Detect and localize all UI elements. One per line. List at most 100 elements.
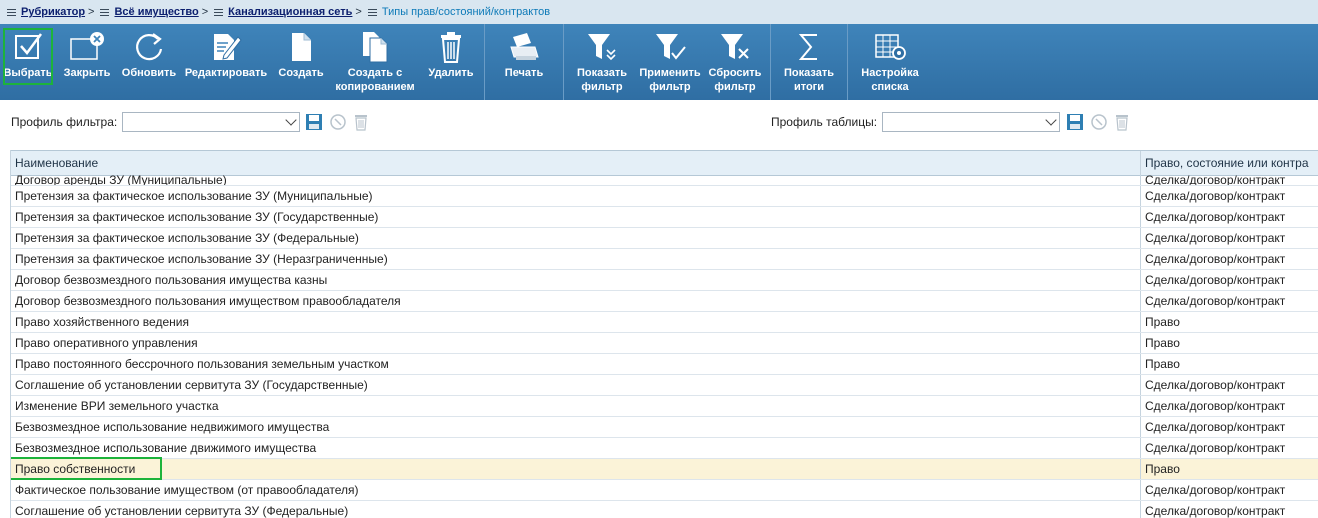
copy-document-icon: [363, 32, 388, 63]
reset-profile-icon[interactable]: [1089, 112, 1109, 132]
cell-name: Договор безвозмездного пользования имуще…: [11, 270, 1141, 290]
list-icon: [7, 8, 16, 17]
edit-document-icon: [214, 34, 242, 60]
table-row[interactable]: Соглашение об установлении сервитута ЗУ …: [11, 375, 1318, 396]
delete-button[interactable]: Удалить: [420, 24, 482, 100]
table-row[interactable]: Право оперативного управления Право: [11, 333, 1318, 354]
cell-type: Сделка/договор/контракт: [1145, 231, 1286, 245]
cell-type: Право: [1145, 357, 1180, 371]
reset-filter-button[interactable]: Сбросить фильтр: [702, 24, 768, 100]
table-row[interactable]: Изменение ВРИ земельного участка Сделка/д…: [11, 396, 1318, 417]
cell-name: Фактическое пользование имуществом (от п…: [11, 480, 1141, 500]
table-row[interactable]: Право собственности Право: [11, 459, 1318, 480]
table-row[interactable]: Право хозяйственного ведения Право: [11, 312, 1318, 333]
filter-profile-select[interactable]: [122, 112, 300, 132]
show-totals-button[interactable]: Показать итоги: [773, 24, 845, 100]
refresh-button[interactable]: Обновить: [118, 24, 180, 100]
list-settings-button[interactable]: Настройка списка: [850, 24, 930, 100]
table-row[interactable]: Договор безвозмездного пользования имуще…: [11, 291, 1318, 312]
toolbar-divider: [847, 24, 848, 100]
column-header-name[interactable]: Наименование: [11, 151, 1141, 175]
cell-type: Сделка/договор/контракт: [1145, 252, 1286, 266]
save-icon[interactable]: [1065, 112, 1085, 132]
table-profile-label: Профиль таблицы:: [771, 115, 878, 129]
table-row[interactable]: Претензия за фактическое использование З…: [11, 207, 1318, 228]
data-table: Наименование Право, состояние или контра…: [10, 150, 1318, 518]
list-icon: [214, 8, 224, 17]
table-row[interactable]: Претензия за фактическое использование З…: [11, 249, 1318, 270]
table-profile-select[interactable]: [882, 112, 1060, 132]
breadcrumb-separator: >: [355, 6, 362, 18]
cell-type: Право: [1145, 462, 1180, 476]
cell-type: Сделка/договор/контракт: [1145, 399, 1286, 413]
new-document-icon: [292, 33, 311, 61]
cell-type: Сделка/договор/контракт: [1145, 483, 1286, 497]
toolbar-divider: [770, 24, 771, 100]
breadcrumb-separator: >: [201, 6, 209, 18]
table-row[interactable]: Фактическое пользование имуществом (от п…: [11, 480, 1318, 501]
cell-name: Претензия за фактическое использование З…: [11, 249, 1141, 269]
reset-profile-icon[interactable]: [328, 112, 348, 132]
delete-profile-icon[interactable]: [351, 112, 371, 132]
filter-reset-icon: [721, 34, 749, 59]
table-row[interactable]: Претензия за фактическое использование З…: [11, 186, 1318, 207]
breadcrumb-link-all-property[interactable]: Всё имущество: [114, 6, 198, 18]
save-icon[interactable]: [304, 112, 324, 132]
table-settings-icon: [875, 34, 906, 60]
edit-button[interactable]: Редактировать: [180, 24, 272, 100]
create-copy-button[interactable]: Создать с копированием: [330, 24, 420, 100]
cell-type: Сделка/договор/контракт: [1145, 175, 1286, 185]
filter-apply-icon: [656, 34, 686, 60]
breadcrumb-separator: >: [88, 6, 95, 18]
table-row[interactable]: Договор безвозмездного пользования имуще…: [11, 270, 1318, 291]
cell-type: Сделка/договор/контракт: [1145, 273, 1286, 287]
toolbar-divider: [484, 24, 485, 100]
close-window-icon: [70, 32, 104, 60]
refresh-icon: [136, 33, 163, 61]
cell-name: Безвозмездное использование недвижимого …: [11, 417, 1141, 437]
printer-icon: [510, 33, 539, 60]
filter-profile-label: Профиль фильтра:: [11, 115, 118, 129]
cell-type: Сделка/договор/контракт: [1145, 189, 1286, 203]
cell-name: Претензия за фактическое использование З…: [11, 228, 1141, 248]
toolbar-divider: [563, 24, 564, 100]
breadcrumb: Рубрикатор > Всё имущество > Канализацио…: [0, 0, 1318, 24]
chevron-down-icon: [285, 114, 297, 126]
table-row[interactable]: Безвозмездное использование движимого им…: [11, 438, 1318, 459]
select-button[interactable]: Выбрать: [0, 24, 56, 100]
selection-highlight: [3, 28, 53, 85]
breadcrumb-link-rubricator[interactable]: Рубрикатор: [21, 6, 85, 18]
filter-bar: Профиль фильтра: Профиль таблицы:: [0, 100, 1318, 150]
table-body: Договор аренды ЗУ (Муниципальные) Сделка…: [11, 175, 1318, 518]
cell-name: Претензия за фактическое использование З…: [11, 207, 1141, 227]
cell-type: Сделка/договор/контракт: [1145, 378, 1286, 392]
delete-profile-icon[interactable]: [1112, 112, 1132, 132]
cell-name: Право хозяйственного ведения: [11, 312, 1141, 332]
print-button[interactable]: Печать: [487, 24, 561, 100]
cell-name: Право оперативного управления: [11, 333, 1141, 353]
cell-name: Претензия за фактическое использование З…: [11, 186, 1141, 206]
column-header-type[interactable]: Право, состояние или контра: [1141, 151, 1318, 175]
chevron-down-icon: [1045, 114, 1057, 126]
table-row[interactable]: Право постоянного бессрочного пользовани…: [11, 354, 1318, 375]
cell-type: Сделка/договор/контракт: [1145, 210, 1286, 224]
cell-name: Договор безвозмездного пользования имуще…: [11, 291, 1141, 311]
cell-type: Сделка/договор/контракт: [1145, 294, 1286, 308]
apply-filter-button[interactable]: Применить фильтр: [638, 24, 702, 100]
close-button[interactable]: Закрыть: [56, 24, 118, 100]
toolbar: Выбрать Закрыть Обновить Редактировать С…: [0, 24, 1318, 100]
list-icon: [100, 8, 110, 17]
table-row[interactable]: Претензия за фактическое использование З…: [11, 228, 1318, 249]
breadcrumb-current: Типы прав/состояний/контрактов: [381, 6, 551, 18]
cell-name: Соглашение об установлении сервитута ЗУ …: [11, 501, 1141, 518]
table-row[interactable]: Безвозмездное использование недвижимого …: [11, 417, 1318, 438]
create-button[interactable]: Создать: [272, 24, 330, 100]
show-filter-button[interactable]: Показать фильтр: [566, 24, 638, 100]
table-header: Наименование Право, состояние или контра: [11, 150, 1318, 176]
filter-show-icon: [588, 34, 616, 61]
cell-type: Право: [1145, 336, 1180, 350]
cell-name: Соглашение об установлении сервитута ЗУ …: [11, 375, 1141, 395]
table-row[interactable]: Договор аренды ЗУ (Муниципальные) Сделка…: [11, 175, 1318, 186]
table-row[interactable]: Соглашение об установлении сервитута ЗУ …: [11, 501, 1318, 518]
breadcrumb-link-sewer-network[interactable]: Канализационная сеть: [228, 6, 352, 18]
